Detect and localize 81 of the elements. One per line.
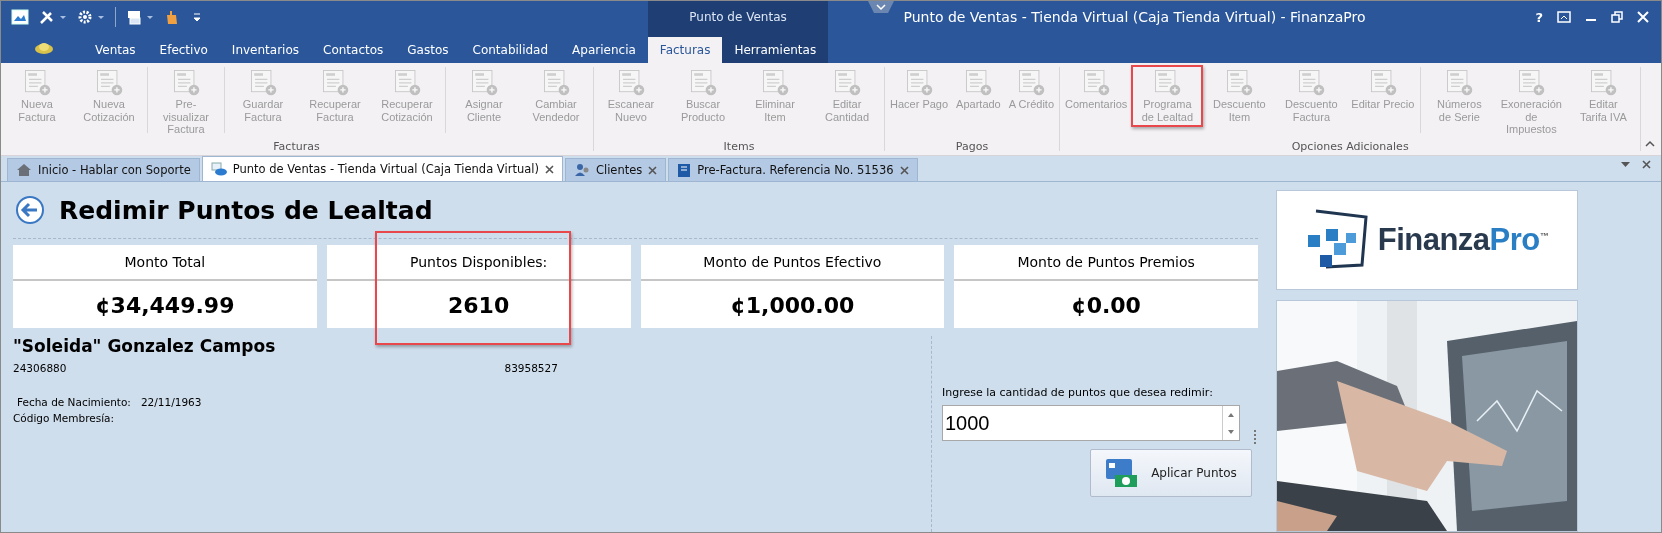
document-tab[interactable]: Clientes: [564, 158, 667, 181]
customer-phone: 83958527: [504, 362, 558, 374]
ribbon-group-label: Facturas: [272, 139, 321, 155]
menu-tab[interactable]: Contactos: [311, 37, 396, 63]
card-value: ¢1,000.00: [729, 292, 856, 320]
gear-icon[interactable]: [77, 9, 105, 25]
notebook-icon: [677, 162, 692, 178]
document-icon: [1588, 67, 1619, 97]
document-icon: [320, 67, 350, 97]
document-icon: [904, 67, 935, 97]
page-title: Redimir Puntos de Lealtad: [59, 195, 433, 225]
points-input[interactable]: 1000: [942, 405, 1240, 441]
document-icon: [963, 67, 994, 97]
menu-tab[interactable]: Ventas: [83, 37, 148, 63]
document-icon: [94, 67, 124, 97]
restore-icon[interactable]: [1611, 11, 1623, 23]
tab-list-icon[interactable]: [1621, 161, 1630, 168]
menu-tab[interactable]: Inventarios: [219, 37, 311, 63]
document-icon: [1444, 67, 1475, 97]
apply-points-button[interactable]: Aplicar Puntos: [1090, 449, 1252, 497]
menu-tab[interactable]: Efectivo: [147, 37, 220, 63]
menu-tab[interactable]: Gastos: [395, 37, 461, 63]
spin-down-icon[interactable]: [1228, 429, 1234, 434]
document-icon: [541, 67, 571, 97]
document-icon: [616, 67, 646, 97]
ribbon-group-label: Items: [722, 139, 756, 155]
menu-tab[interactable]: Herramientas: [722, 37, 829, 63]
document-icon: [1152, 67, 1183, 97]
cloud-icon: [210, 162, 227, 176]
document-tab[interactable]: Punto de Ventas - Tienda Virtual (Caja Tienda Virtual): [201, 156, 563, 181]
document-icon: [832, 67, 862, 97]
card-value: ¢34,449.99: [94, 292, 236, 320]
close-icon[interactable]: [1642, 160, 1651, 169]
context-tab-group-label: Punto de Ventas: [688, 9, 788, 26]
customer-name: "Soleida" Gonzalez Campos: [13, 336, 277, 356]
users-icon: [573, 163, 590, 177]
birth-date: 22/11/1963: [140, 396, 202, 408]
document-icon: [469, 67, 499, 97]
card-value: 2610: [447, 292, 511, 320]
menu-tab[interactable]: Apariencia: [560, 37, 648, 63]
home-icon: [16, 163, 32, 177]
close-tab-icon[interactable]: [544, 164, 554, 174]
menu-tab[interactable]: Contabilidad: [460, 37, 561, 63]
menu-tab[interactable]: Facturas: [647, 37, 723, 63]
document-icon: [688, 67, 718, 97]
help-button[interactable]: ?: [1535, 9, 1543, 25]
document-icon: [760, 67, 790, 97]
document-tab[interactable]: Inicio - Hablar con Soporte: [7, 158, 200, 181]
print-preview-icon[interactable]: [126, 9, 154, 25]
document-icon: [1081, 67, 1112, 97]
app-menu-icon[interactable]: [33, 41, 55, 55]
spin-up-icon[interactable]: [1228, 412, 1234, 417]
restore-ribbon-icon[interactable]: [1557, 11, 1571, 23]
collapse-ribbon-icon[interactable]: [1645, 139, 1655, 147]
redeem-points-label: Ingrese la cantidad de puntos que desea redimir:: [942, 386, 1213, 399]
document-icon: [1224, 67, 1255, 97]
card-money-icon: [1105, 457, 1140, 489]
collapse-notch-icon[interactable]: [868, 1, 895, 15]
document-icon: [1016, 67, 1047, 97]
customer-id: 24306880: [13, 362, 67, 374]
document-icon: [1296, 67, 1327, 97]
document-icon: [1516, 67, 1547, 97]
document-tab[interactable]: Pre-Factura. Referencia No. 51536: [668, 158, 918, 181]
ribbon-group-label: Opciones Adicionales: [1290, 139, 1410, 155]
card-value: ¢0.00: [1070, 292, 1142, 320]
card-label: Monto de Puntos Efectivo: [640, 245, 945, 281]
close-tab-icon[interactable]: [899, 165, 909, 175]
app-icon[interactable]: [11, 9, 29, 25]
membership-label: Código Membresía:: [13, 412, 116, 424]
birth-date-label: Fecha de Nacimiento:: [17, 396, 131, 408]
close-tab-icon[interactable]: [648, 165, 658, 175]
card-label: Monto Total: [13, 245, 317, 281]
card-label: Puntos Disponibles:: [326, 245, 631, 281]
logo-wordmark: FinanzaPro$^{™}$: [1377, 222, 1549, 258]
document-icon: [392, 67, 422, 97]
card-label: Monto de Puntos Premios: [954, 245, 1258, 281]
document-icon: [248, 67, 278, 97]
document-icon: [171, 67, 201, 97]
document-icon: [22, 67, 52, 97]
ribbon-group-label: Pagos: [954, 139, 990, 155]
window-title: Punto de Ventas - Tienda Virtual (Caja Tienda Virtual) - FinanzaPro: [902, 9, 1366, 25]
